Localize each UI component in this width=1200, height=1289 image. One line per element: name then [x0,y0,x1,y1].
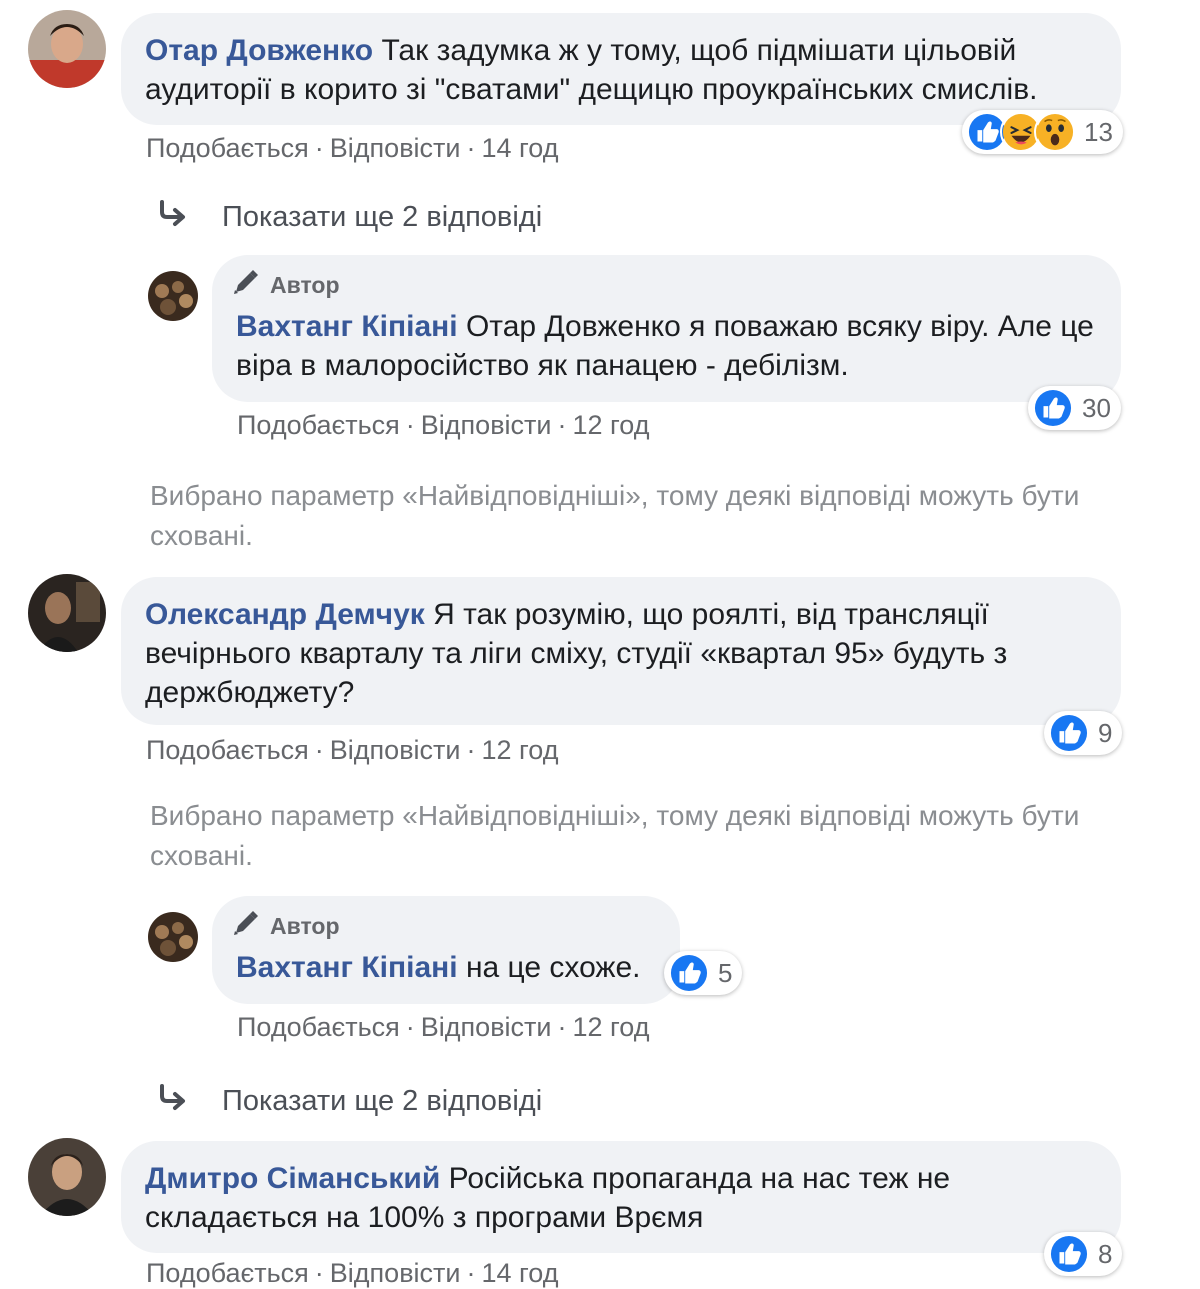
show-more-label: Показати ще 2 відповіді [222,1084,543,1117]
reaction-count: 30 [1082,392,1111,423]
reply-bubble: Автор Вахтанг Кіпіані на це схоже. [212,896,680,1004]
comment-actions: Подобається · Відповісти · 12 год [237,1012,649,1043]
comment-actions: Подобається · Відповісти · 14 год [146,1258,558,1289]
reaction-count: 5 [718,957,733,988]
like-icon [668,952,710,994]
separator: · [405,1012,415,1042]
separator: · [314,133,324,163]
pen-icon [232,268,260,302]
reply-link[interactable]: Відповісти [330,735,461,765]
comment-bubble: Дмитро Сіманський Російська пропаганда н… [121,1141,1121,1253]
comment-bubble: Отар Довженко Так задумка ж у тому, щоб … [121,13,1121,125]
reaction-count: 13 [1084,116,1113,147]
timestamp[interactable]: 12 год [573,410,650,440]
comment-bubble: Олександр Демчук Я так розумію, що роялт… [121,577,1121,725]
reply-link[interactable]: Відповісти [421,1012,552,1042]
show-more-replies[interactable]: Показати ще 2 відповіді [158,1082,542,1120]
timestamp[interactable]: 14 год [482,133,559,163]
avatar[interactable] [28,1138,106,1216]
separator: · [314,735,324,765]
show-more-label: Показати ще 2 відповіді [222,200,543,233]
comment-author-link[interactable]: Вахтанг Кіпіані [236,310,458,343]
reactions-summary[interactable]: 5 [664,951,743,995]
comment-text: Отар Довженко Так задумка ж у тому, щоб … [145,31,1110,109]
author-badge: Автор [232,268,340,302]
author-badge-label: Автор [270,271,340,298]
reactions-summary[interactable]: 13 [962,110,1123,154]
comment-text: Вахтанг Кіпіані Отар Довженко я поважаю … [236,307,1106,385]
separator: · [466,1258,476,1288]
like-link[interactable]: Подобається [146,735,309,765]
show-more-replies[interactable]: Показати ще 2 відповіді [158,198,542,236]
like-link[interactable]: Подобається [237,410,400,440]
comment-text: Олександр Демчук Я так розумію, що роялт… [145,595,1075,712]
avatar[interactable] [28,574,106,652]
separator: · [314,1258,324,1288]
comment-body: на це схоже. [465,951,641,984]
filter-notice: Вибрано параметр «Найвідповідніші», тому… [150,800,1080,871]
reactions-summary[interactable]: 30 [1028,386,1121,430]
like-icon [1032,387,1074,429]
reaction-count: 8 [1098,1238,1113,1269]
author-badge: Автор [232,909,340,943]
mention-link[interactable]: Отар Довженко [466,310,681,343]
separator: · [405,410,415,440]
comment-author-link[interactable]: Отар Довженко [145,34,373,67]
reply-link[interactable]: Відповісти [330,1258,461,1288]
comment-actions: Подобається · Відповісти · 12 год [146,735,558,766]
like-link[interactable]: Подобається [146,1258,309,1288]
like-icon [1048,712,1090,754]
reply-link[interactable]: Відповісти [421,410,552,440]
timestamp[interactable]: 12 год [573,1012,650,1042]
separator: · [466,133,476,163]
separator: · [466,735,476,765]
comment-author-link[interactable]: Вахтанг Кіпіані [236,951,458,984]
separator: · [557,410,567,440]
reaction-count: 9 [1098,717,1113,748]
wow-icon [1034,111,1076,153]
filter-notice: Вибрано параметр «Найвідповідніші», тому… [150,480,1080,551]
comment-author-link[interactable]: Дмитро Сіманський [145,1162,440,1195]
reactions-summary[interactable]: 9 [1044,711,1123,755]
author-badge-label: Автор [270,912,340,939]
comment-author-link[interactable]: Олександр Демчук [145,598,425,631]
timestamp[interactable]: 14 год [482,1258,559,1288]
timestamp[interactable]: 12 год [482,735,559,765]
reactions-summary[interactable]: 8 [1044,1232,1123,1276]
avatar[interactable] [28,10,106,88]
comment-actions: Подобається · Відповісти · 12 год [237,410,649,441]
reply-bubble: Автор Вахтанг Кіпіані Отар Довженко я по… [212,255,1121,402]
pen-icon [232,909,260,943]
like-link[interactable]: Подобається [146,133,309,163]
reply-arrow-icon [158,1082,188,1120]
comment-text: Вахтанг Кіпіані на це схоже. [236,948,641,987]
avatar[interactable] [148,271,198,321]
like-icon [1048,1233,1090,1275]
separator: · [557,1012,567,1042]
reply-arrow-icon [158,198,188,236]
like-link[interactable]: Подобається [237,1012,400,1042]
avatar[interactable] [148,912,198,962]
reply-link[interactable]: Відповісти [330,133,461,163]
comment-actions: Подобається · Відповісти · 14 год [146,133,558,164]
comment-text: Дмитро Сіманський Російська пропаганда н… [145,1159,1025,1237]
